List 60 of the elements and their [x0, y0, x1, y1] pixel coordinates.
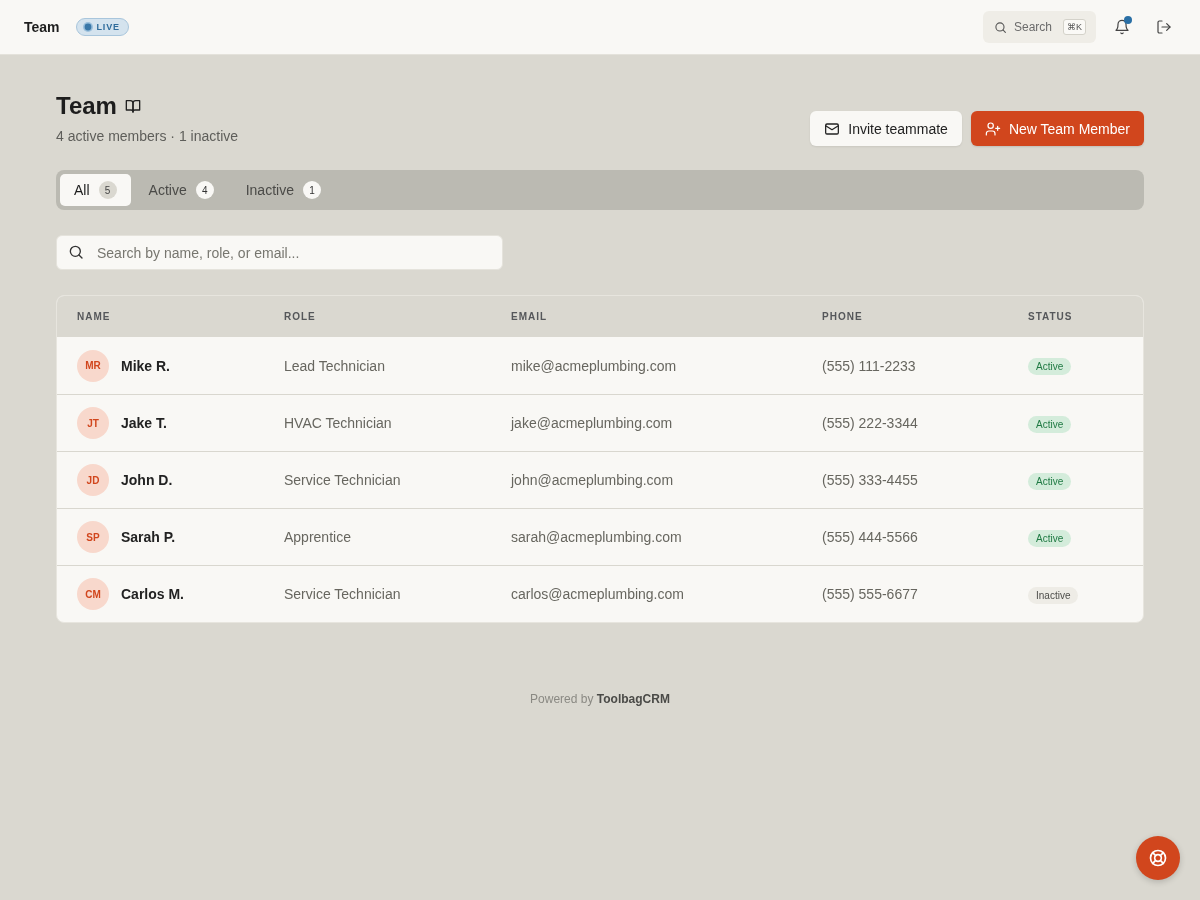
table-cell: Lead Technician — [284, 357, 385, 374]
new-member-button[interactable]: New Team Member — [970, 111, 1144, 146]
column-header: ROLE — [284, 311, 316, 322]
member-summary: 4 active members · 1 inactive — [56, 127, 239, 145]
table-cell: (555) 444-5566 — [822, 529, 918, 545]
powered-by-text: Powered by ToolbagCRM — [529, 692, 671, 706]
member-name[interactable]: Mike R. — [121, 357, 170, 374]
invite-button[interactable]: Invite teammate — [810, 111, 962, 146]
member-name[interactable]: Carlos M. — [121, 586, 184, 602]
member-name[interactable]: Jake T. — [121, 415, 167, 431]
bell-icon — [1114, 19, 1130, 35]
status-badge: Inactive — [1028, 586, 1079, 604]
logout-icon — [1156, 19, 1172, 35]
search-field[interactable]: Search by name, role, or email... — [56, 235, 503, 270]
filter-tab[interactable]: Active 4 — [134, 174, 228, 206]
table-cell: Service Technician — [284, 472, 401, 488]
shortcut-key: ⌘K — [1063, 19, 1086, 35]
status-badge: Active — [1028, 529, 1072, 547]
column-header: PHONE — [822, 311, 863, 322]
count-badge: 4 — [195, 181, 214, 199]
table-cell: john@acmeplumbing.com — [511, 472, 674, 488]
table-cell: (555) 222-3344 — [822, 415, 918, 431]
table-cell: carlos@acmeplumbing.com — [511, 586, 684, 602]
status-badge: Active — [1028, 358, 1072, 375]
status-badge: Active — [1028, 472, 1072, 490]
column-header: EMAIL — [511, 311, 548, 322]
search-icon — [68, 244, 84, 260]
initials-avatar: MR — [77, 349, 109, 382]
envelope-icon — [824, 120, 841, 137]
filter-tab[interactable]: Inactive 1 — [231, 174, 335, 206]
table-cell: (555) 111-2233 — [822, 357, 916, 374]
column-header: NAME — [77, 311, 111, 322]
table-cell: sarah@acmeplumbing.com — [511, 529, 682, 545]
user-plus-icon — [984, 120, 1001, 137]
member-name[interactable]: John D. — [121, 472, 173, 488]
help-button[interactable] — [1136, 836, 1180, 880]
table-cell: mike@acmeplumbing.com — [511, 357, 677, 374]
count-badge: 5 — [98, 181, 117, 199]
filter-tab[interactable]: All 5 — [60, 174, 131, 206]
page-title: Team — [24, 19, 60, 35]
member-name[interactable]: Sarah P. — [121, 529, 176, 545]
column-header: STATUS — [1028, 311, 1073, 322]
initials-avatar: JD — [77, 464, 109, 496]
table-cell: jake@acmeplumbing.com — [511, 415, 673, 431]
table-cell: Service Technician — [284, 586, 401, 602]
count-badge: 1 — [302, 181, 321, 199]
book-icon[interactable] — [124, 98, 141, 114]
status-dot-icon — [82, 22, 93, 32]
status-badge: Active — [1028, 415, 1072, 433]
table-cell: HVAC Technician — [284, 415, 392, 431]
page-heading: Team — [56, 91, 117, 121]
table-cell: (555) 555-6677 — [822, 586, 918, 602]
table-cell: Apprentice — [284, 529, 351, 545]
initials-avatar: SP — [77, 521, 109, 553]
initials-avatar: CM — [77, 578, 109, 610]
table-cell: (555) 333-4455 — [822, 472, 918, 488]
live-label: LIVE — [96, 22, 120, 32]
search-icon — [994, 21, 1007, 34]
lifebuoy-icon — [1148, 848, 1168, 868]
initials-avatar: JT — [77, 407, 109, 439]
